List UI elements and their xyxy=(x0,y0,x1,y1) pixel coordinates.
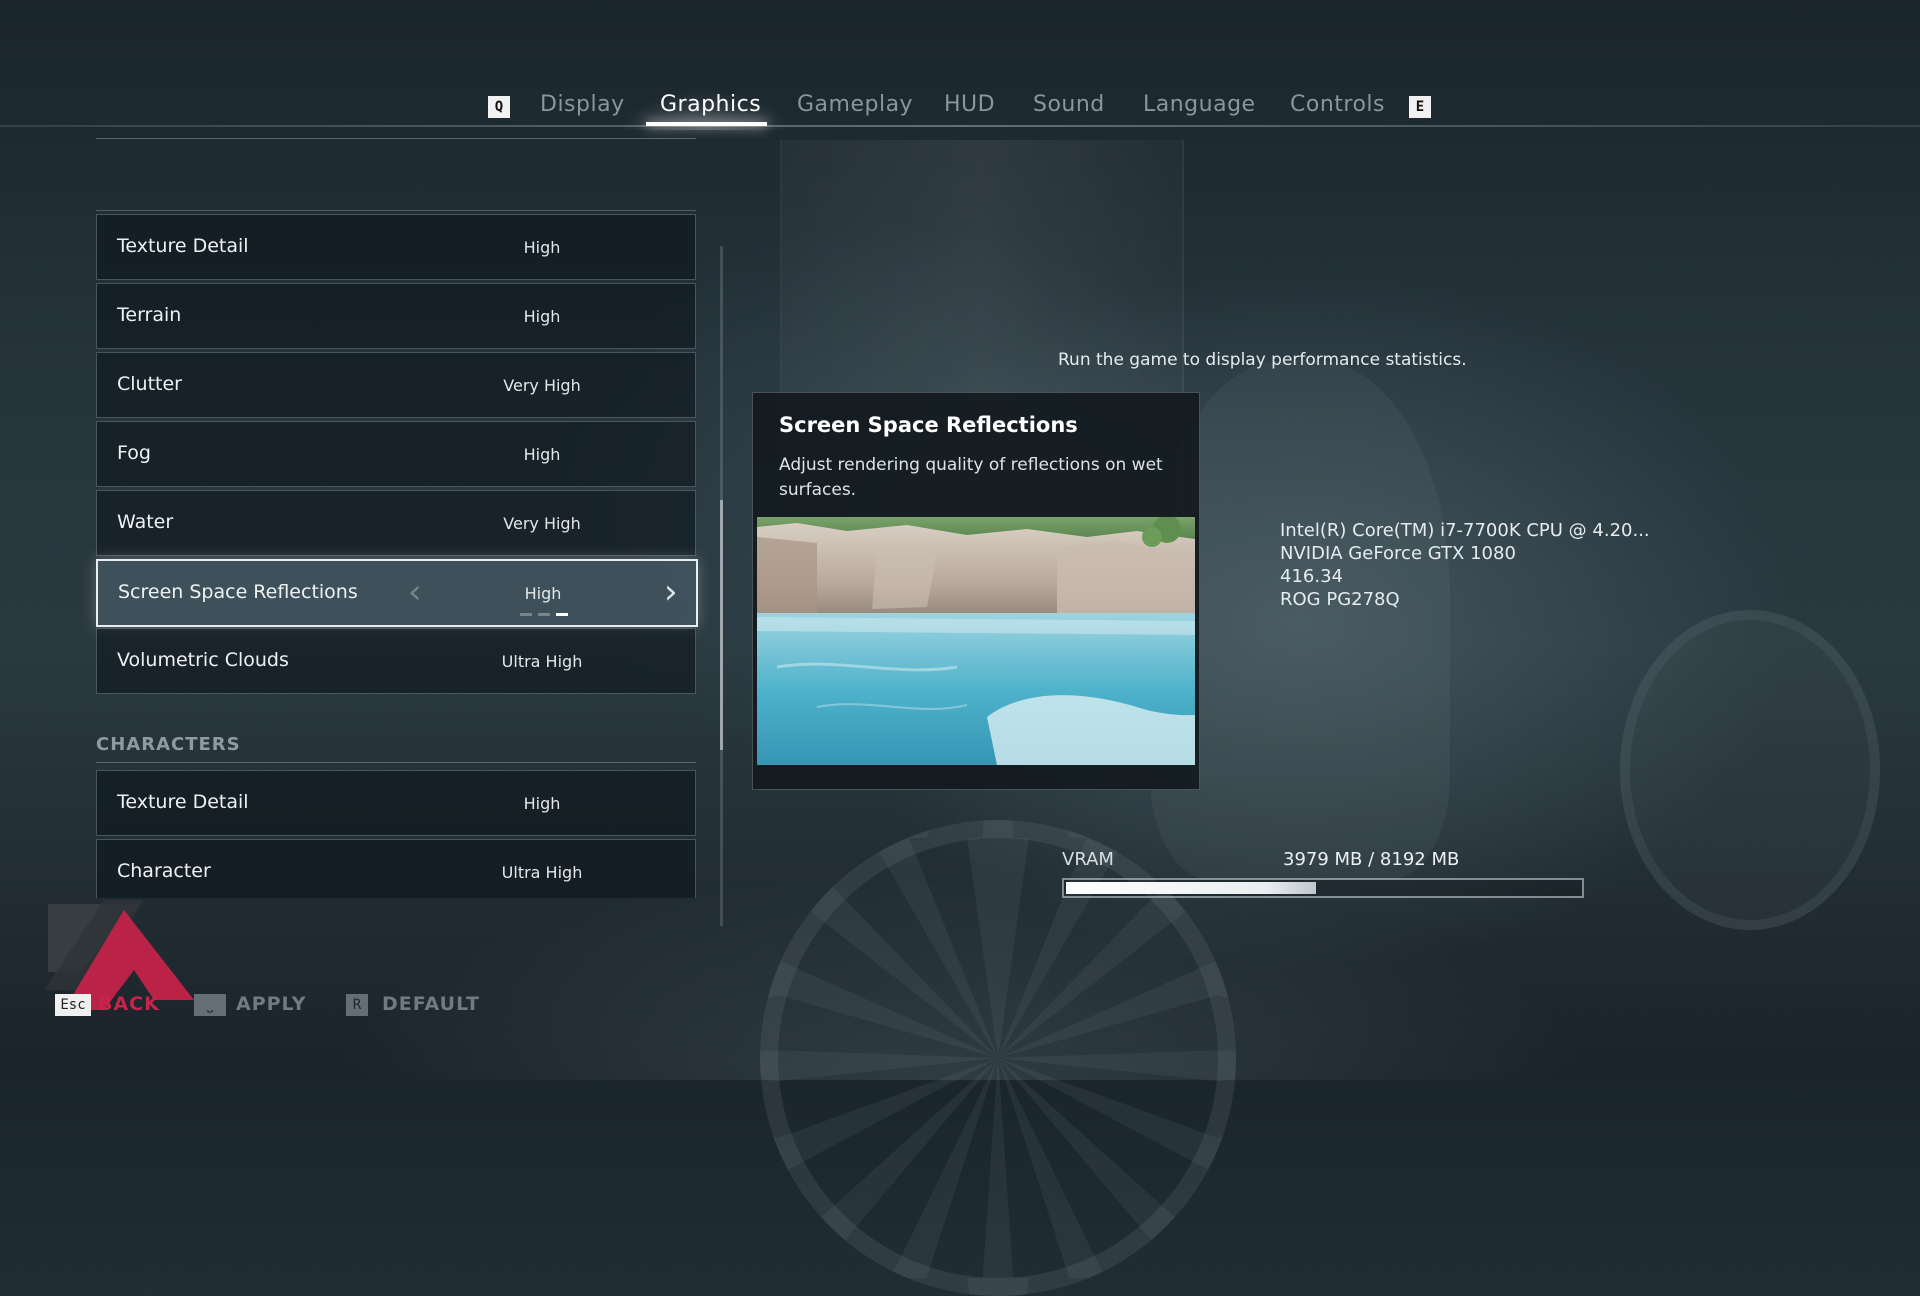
scrolled-row-stub xyxy=(96,202,696,211)
tab-display[interactable]: Display xyxy=(540,92,625,117)
setting-row-screen-space-reflections[interactable]: Screen Space Reflections ‹ High › xyxy=(96,559,698,627)
back-button[interactable]: BACK xyxy=(98,993,160,1015)
setting-value: High xyxy=(523,307,561,326)
monitor-name: ROG PG278Q xyxy=(1280,589,1400,610)
tab-hud[interactable]: HUD xyxy=(944,92,995,117)
option-dot-active xyxy=(556,613,568,616)
vram-usage-text: 3979 MB / 8192 MB xyxy=(1283,849,1460,870)
setting-value: Very High xyxy=(503,376,581,395)
info-title: Screen Space Reflections xyxy=(779,413,1078,437)
setting-value: Ultra High xyxy=(501,863,583,882)
tab-language[interactable]: Language xyxy=(1143,92,1256,117)
reflection-preview-image xyxy=(757,517,1195,765)
setting-info-panel: Screen Space Reflections Adjust renderin… xyxy=(752,392,1200,790)
option-indicator xyxy=(520,613,610,617)
setting-label: Screen Space Reflections xyxy=(118,581,358,603)
vram-label: VRAM xyxy=(1062,849,1114,870)
setting-row-character[interactable]: Character Ultra High xyxy=(96,839,696,898)
setting-row-terrain[interactable]: Terrain High xyxy=(96,283,696,349)
vram-usage-bar xyxy=(1062,878,1584,898)
background-shield xyxy=(1620,610,1880,930)
chevron-left-icon[interactable]: ‹ xyxy=(408,575,428,609)
tab-graphics[interactable]: Graphics xyxy=(660,92,761,117)
apply-button[interactable]: APPLY xyxy=(236,993,306,1015)
setting-value: High xyxy=(523,794,561,813)
section-divider xyxy=(96,762,696,763)
option-dot xyxy=(538,613,550,616)
prev-tab-key[interactable]: Q xyxy=(488,96,510,118)
default-key[interactable]: R xyxy=(346,994,368,1016)
system-info: Intel(R) Core(TM) i7-7700K CPU @ 4.20...… xyxy=(1280,519,1650,611)
section-header-characters: CHARACTERS xyxy=(96,734,241,755)
active-tab-underline xyxy=(646,122,767,126)
setting-value: High xyxy=(523,445,561,464)
option-dot xyxy=(520,613,532,616)
setting-label: Texture Detail xyxy=(117,791,249,813)
info-description: Adjust rendering quality of reflections … xyxy=(779,455,1163,500)
list-top-divider xyxy=(96,138,696,139)
setting-row-clutter[interactable]: Clutter Very High xyxy=(96,352,696,418)
performance-message: Run the game to display performance stat… xyxy=(1058,350,1467,370)
settings-scrollbar-thumb[interactable] xyxy=(720,500,723,750)
chevron-right-icon[interactable]: › xyxy=(664,575,684,609)
setting-row-character-texture-detail[interactable]: Texture Detail High xyxy=(96,770,696,836)
back-key[interactable]: Esc xyxy=(55,994,91,1016)
tab-controls[interactable]: Controls xyxy=(1290,92,1385,117)
setting-label: Volumetric Clouds xyxy=(117,649,289,671)
driver-version: 416.34 xyxy=(1280,566,1343,587)
setting-row-texture-detail[interactable]: Texture Detail High xyxy=(96,214,696,280)
cpu-name: Intel(R) Core(TM) i7-7700K CPU @ 4.20... xyxy=(1280,520,1650,541)
setting-label: Character xyxy=(117,860,211,882)
spacebar-key-icon[interactable]: ⎵ xyxy=(194,994,226,1016)
tab-sound[interactable]: Sound xyxy=(1033,92,1105,117)
setting-row-fog[interactable]: Fog High xyxy=(96,421,696,487)
setting-label: Texture Detail xyxy=(117,235,249,257)
setting-value: Very High xyxy=(503,514,581,533)
setting-row-water[interactable]: Water Very High xyxy=(96,490,696,556)
setting-value: High xyxy=(524,584,562,603)
setting-label: Fog xyxy=(117,442,151,464)
setting-value: High xyxy=(523,238,561,257)
tab-divider xyxy=(0,125,1920,127)
setting-value: Ultra High xyxy=(501,652,583,671)
vram-usage-fill xyxy=(1066,882,1316,894)
setting-label: Terrain xyxy=(117,304,182,326)
setting-label: Water xyxy=(117,511,174,533)
tab-gameplay[interactable]: Gameplay xyxy=(797,92,913,117)
setting-label: Clutter xyxy=(117,373,182,395)
setting-row-volumetric-clouds[interactable]: Volumetric Clouds Ultra High xyxy=(96,628,696,694)
next-tab-key[interactable]: E xyxy=(1409,96,1431,118)
gpu-name: NVIDIA GeForce GTX 1080 xyxy=(1280,543,1516,564)
default-button[interactable]: DEFAULT xyxy=(382,993,480,1015)
